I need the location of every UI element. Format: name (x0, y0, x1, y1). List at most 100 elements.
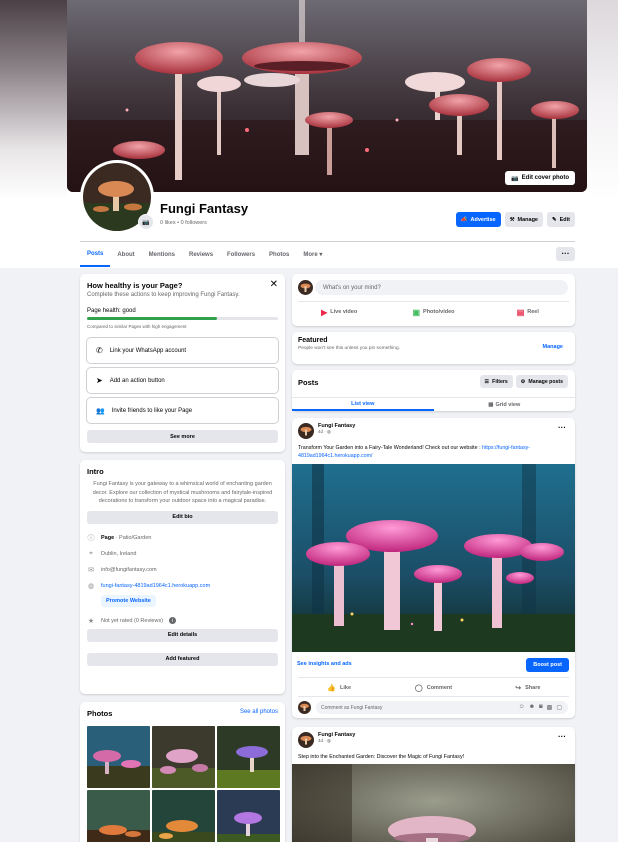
like-button[interactable]: 👍 Like (292, 682, 386, 694)
post-timestamp[interactable]: 4d · ◍ (318, 738, 355, 744)
manage-button[interactable]: ⚒ Manage (504, 212, 543, 227)
gear-icon: ⚙ (520, 378, 526, 385)
see-all-photos-link[interactable]: See all photos (240, 709, 278, 718)
post-options-button[interactable]: ··· (558, 423, 566, 432)
sticker-icon[interactable]: ▢ (556, 704, 562, 711)
page-bio: Fungi Fantasy is your gateway to a whims… (92, 481, 273, 504)
manage-posts-button[interactable]: ⚙ Manage posts (515, 375, 568, 388)
whatsapp-icon: ✆ (96, 346, 103, 355)
page-tabs: Posts About Mentions Reviews Followers P… (80, 242, 329, 267)
category-row: ⓘ Page · Patio/Garden (87, 534, 152, 542)
composer-actions: ▶ Live video ▣ Photo/video ▤ Reel (292, 305, 575, 319)
photo-video-button[interactable]: ▣ Photo/video (386, 305, 480, 319)
add-featured-button[interactable]: Add featured (87, 652, 278, 666)
comment-input[interactable]: Comment as Fungi Fantasy ☺ ☻ ◙ ▩ ▢ (316, 701, 568, 714)
tab-more[interactable]: More ▾ (296, 242, 329, 267)
photo-thumbnail[interactable] (152, 790, 215, 842)
post-text: Step into the Enchanted Garden: Discover… (298, 754, 465, 760)
tab-about[interactable]: About (110, 242, 141, 267)
post-image[interactable] (292, 764, 575, 842)
gif-icon[interactable]: ▩ (547, 704, 553, 711)
avatar[interactable] (298, 423, 314, 439)
website-link[interactable]: fungi-fantasy-4819ad1964c1.herokuapp.com (101, 583, 210, 589)
share-button[interactable]: ↪ Share (481, 682, 575, 694)
caret-down-icon: ▾ (319, 252, 323, 258)
intro-card: Intro Fungi Fantasy is your gateway to a… (80, 460, 285, 694)
featured-card: Featured People won't see this unless yo… (292, 332, 575, 364)
thumbs-up-icon: 👍 (327, 685, 337, 692)
tab-mentions[interactable]: Mentions (142, 242, 182, 267)
comment-button[interactable]: ◯ Comment (386, 682, 480, 694)
edit-bio-button[interactable]: Edit bio (87, 510, 278, 524)
health-progress-bar (87, 317, 278, 320)
profile-picture[interactable]: 📷 (80, 160, 154, 234)
post-image[interactable] (292, 464, 575, 652)
tab-list-view[interactable]: List view (292, 398, 434, 411)
filter-icon: ☰ (484, 378, 490, 385)
whats-on-your-mind-input[interactable]: What's on your mind? (315, 280, 568, 295)
page-title: Fungi Fantasy (160, 201, 249, 216)
tab-followers[interactable]: Followers (220, 242, 262, 267)
see-more-button[interactable]: See more (87, 430, 278, 443)
info-icon[interactable]: i (169, 617, 177, 624)
more-options-button[interactable]: ··· (556, 247, 575, 261)
post-actions: 👍 Like ◯ Comment ↪ Share (292, 682, 575, 694)
promote-website-button[interactable]: Promote Website (101, 594, 156, 607)
emoji-icon[interactable]: ☻ (529, 704, 535, 711)
cover-photo[interactable]: 📷 Edit cover photo (67, 0, 587, 192)
edit-details-button[interactable]: Edit details (87, 628, 278, 642)
avatar-sticker-icon[interactable]: ☺ (519, 704, 525, 711)
manage-tools-icon: ⚒ (509, 216, 515, 223)
envelope-icon: ✉ (88, 566, 94, 574)
health-status: Page health: good (87, 308, 136, 314)
camera-icon: 📷 (511, 175, 519, 182)
photos-card: Photos See all photos (80, 702, 285, 842)
header-actions: 📣 Advertise ⚒ Manage ✎ Edit (455, 212, 575, 227)
page-stats[interactable]: 0 likes • 0 followers (160, 220, 207, 226)
update-profile-picture-button[interactable]: 📷 (138, 214, 154, 230)
tab-reviews[interactable]: Reviews (182, 242, 220, 267)
boost-post-button[interactable]: Boost post (526, 658, 569, 672)
megaphone-icon: 📣 (460, 216, 468, 223)
cover-edge-left (0, 0, 67, 200)
avatar[interactable] (298, 280, 313, 295)
edit-button[interactable]: ✎ Edit (547, 212, 575, 227)
cursor-icon: ➤ (96, 376, 103, 385)
tab-posts[interactable]: Posts (80, 242, 111, 267)
photo-thumbnail[interactable] (217, 726, 280, 788)
link-whatsapp-action[interactable]: ✆ Link your WhatsApp account (87, 338, 278, 363)
live-video-button[interactable]: ▶ Live video (292, 305, 386, 319)
grid-icon: ▦ (488, 401, 494, 408)
comment-tools: ☺ ☻ ◙ ▩ ▢ (519, 704, 562, 711)
photo-thumbnail[interactable] (87, 726, 150, 788)
edit-cover-photo-button[interactable]: 📷 Edit cover photo (505, 171, 575, 185)
posts-header: Posts ☰ Filters ⚙ Manage posts List view ▦… (292, 370, 575, 411)
add-action-button-action[interactable]: ➤ Add an action button (87, 368, 278, 393)
globe-icon: ◍ (327, 738, 331, 743)
filters-button[interactable]: ☰ Filters (479, 375, 513, 388)
website-row: ◍ fungi-fantasy-4819ad1964c1.herokuapp.c… (87, 578, 278, 594)
avatar[interactable] (298, 701, 311, 714)
avatar[interactable] (298, 732, 314, 748)
location-pin-icon: ⌖ (89, 549, 93, 557)
manage-featured-link[interactable]: Manage (543, 344, 563, 350)
reel-button[interactable]: ▤ Reel (481, 305, 575, 319)
tab-photos[interactable]: Photos (262, 242, 296, 267)
photo-thumbnail[interactable] (87, 790, 150, 842)
post-timestamp[interactable]: 4d · ◍ (318, 429, 355, 435)
photo-thumbnail[interactable] (152, 726, 215, 788)
invite-friends-action[interactable]: 👥 Invite friends to like your Page (87, 398, 278, 423)
see-insights-link[interactable]: See insights and ads (297, 661, 352, 667)
photo-thumbnail[interactable] (217, 790, 280, 842)
post-options-button[interactable]: ··· (558, 732, 566, 741)
tab-grid-view[interactable]: ▦ Grid view (434, 398, 576, 411)
post-composer: What's on your mind? ▶ Live video ▣ Photo/… (292, 274, 575, 326)
location-row: ⌖ Dublin, Ireland (87, 546, 278, 562)
globe-icon: ◍ (87, 582, 95, 590)
photo-icon: ▣ (412, 307, 421, 317)
post-card: Fungi Fantasy 4d · ◍ ··· Transform Your … (292, 418, 575, 718)
advertise-button[interactable]: 📣 Advertise (455, 212, 501, 227)
camera-icon[interactable]: ◙ (539, 704, 543, 711)
post-header: Fungi Fantasy 4d · ◍ (298, 423, 355, 439)
close-icon[interactable]: ✕ (270, 279, 278, 290)
